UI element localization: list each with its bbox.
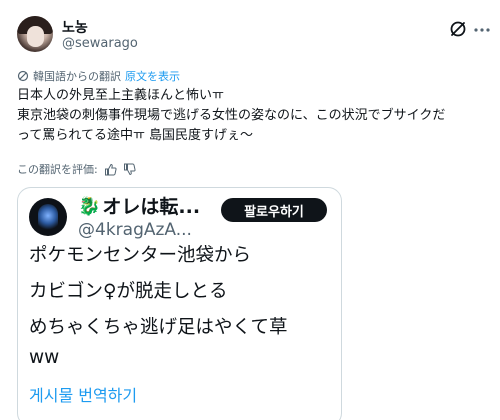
rate-translation-label: この翻訳を評価: xyxy=(17,163,98,176)
thumbs-down-icon[interactable] xyxy=(123,163,136,176)
translate-icon xyxy=(17,70,29,82)
follow-button[interactable]: 팔로우하기 xyxy=(221,198,327,222)
quoted-text-line: めちゃくちゃ逃げ足はやくて草 xyxy=(29,317,288,338)
dragon-emoji-icon: 🐉 xyxy=(78,196,101,217)
grok-icon[interactable] xyxy=(448,19,468,39)
show-original-link[interactable]: 原文を表示 xyxy=(125,68,180,84)
quoted-post-card[interactable]: 🐉 オレは転... @4kragAzA... 팔로우하기 ポケモンセンター池袋か… xyxy=(17,187,342,420)
quoted-text-line: カビゴン♀が脱走しとる xyxy=(29,281,228,302)
post-text: 日本人の外見至上主義ほんと怖いㅠ 東京池袋の刺傷事件現場で逃げる女性の姿なのに、… xyxy=(17,86,487,146)
avatar[interactable] xyxy=(17,16,53,52)
quoted-text-line: ポケモンセンター池袋から xyxy=(29,245,252,266)
quoted-avatar[interactable] xyxy=(29,198,67,236)
author-display-name[interactable]: 노농 xyxy=(62,17,88,37)
more-options-icon[interactable] xyxy=(472,23,492,37)
rate-translation-row: この翻訳を評価: xyxy=(17,160,136,178)
post-text-line: 日本人の外見至上主義ほんと怖いㅠ xyxy=(17,88,224,103)
quoted-text-line: ww xyxy=(29,347,60,368)
quoted-name-row: 🐉 オレは転... xyxy=(78,196,200,218)
post-text-line: って罵られてる途中ㅠ 島国民度すげぇ〜 xyxy=(17,128,254,143)
quoted-display-name[interactable]: オレは転... xyxy=(102,196,200,218)
thumbs-up-icon[interactable] xyxy=(104,163,117,176)
quoted-handle[interactable]: @4kragAzA... xyxy=(78,220,192,240)
author-handle[interactable]: @sewarago xyxy=(62,36,138,51)
avatar-face xyxy=(27,26,44,47)
translation-note-text: 韓国語からの翻訳 xyxy=(33,70,121,83)
translation-note: 韓国語からの翻訳 原文を表示 xyxy=(17,68,180,84)
quoted-avatar-figure xyxy=(38,204,58,230)
post-text-line: 東京池袋の刺傷事件現場で逃げる女性の姿なのに、この状況でブサイクだ xyxy=(17,108,446,123)
post-header: 노농 @sewarago xyxy=(0,0,500,64)
translate-post-link[interactable]: 게시물 번역하기 xyxy=(29,382,137,406)
